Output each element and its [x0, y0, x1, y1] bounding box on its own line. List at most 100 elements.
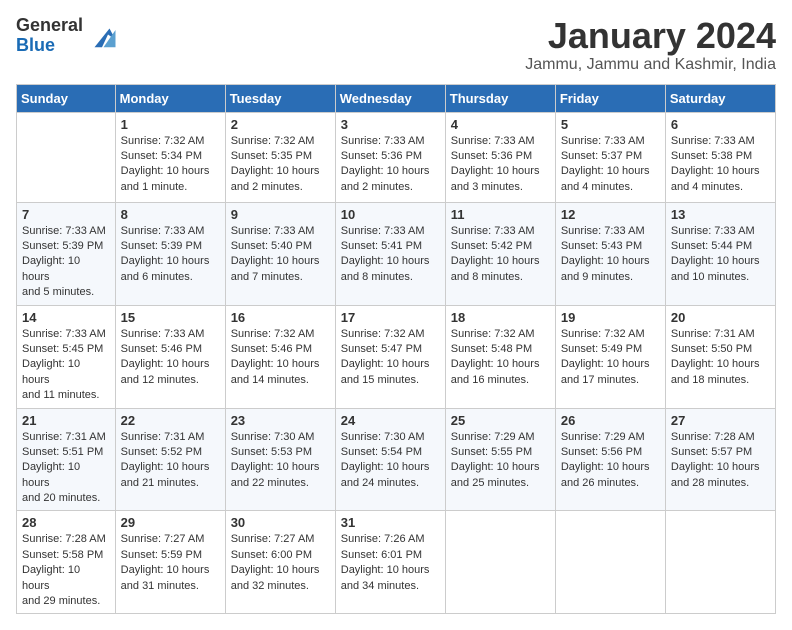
- logo-icon: [87, 21, 117, 51]
- location-title: Jammu, Jammu and Kashmir, India: [525, 56, 776, 74]
- day-number: 22: [121, 413, 220, 428]
- calendar-cell: [665, 511, 775, 614]
- calendar-cell: 8Sunrise: 7:33 AM Sunset: 5:39 PM Daylig…: [115, 202, 225, 305]
- logo-blue-text: Blue: [16, 36, 83, 56]
- day-number: 15: [121, 310, 220, 325]
- calendar-cell: 13Sunrise: 7:33 AM Sunset: 5:44 PM Dayli…: [665, 202, 775, 305]
- calendar-cell: 23 Sunrise: 7:30 AM Sunset: 5:53 PM Dayli…: [225, 408, 335, 511]
- day-number: 27: [671, 413, 770, 428]
- logo: General Blue: [16, 16, 117, 56]
- calendar-cell: 16 Sunrise: 7:32 AM Sunset: 5:46 PM Dayli…: [225, 305, 335, 408]
- day-number: 31: [341, 515, 440, 530]
- day-info: Sunrise: 7:28 AM Sunset: 5:57 PM Dayligh…: [671, 430, 770, 492]
- day-info: Sunrise: 7:32 AM Sunset: 5:49 PM Dayligh…: [561, 327, 660, 389]
- calendar-cell: 17Sunrise: 7:32 AM Sunset: 5:47 PM Dayli…: [335, 305, 445, 408]
- day-info: Sunrise: 7:33 AM Sunset: 5:39 PM Dayligh…: [121, 224, 220, 286]
- calendar-cell: 21 Sunrise: 7:31 AM Sunset: 5:51 PM Dayli…: [17, 408, 116, 511]
- day-info: Sunrise: 7:30 AM Sunset: 5:53 PM Dayligh…: [231, 430, 330, 492]
- weekday-header-thursday: Thursday: [445, 84, 555, 112]
- calendar-table: SundayMondayTuesdayWednesdayThursdayFrid…: [16, 84, 776, 615]
- day-info: Sunrise: 7:33 AM Sunset: 5:39 PM Dayligh…: [22, 224, 110, 301]
- header: General Blue January 2024 Jammu, Jammu a…: [16, 16, 776, 74]
- day-number: 13: [671, 207, 770, 222]
- day-info: Sunrise: 7:33 AM Sunset: 5:46 PM Dayligh…: [121, 327, 220, 389]
- calendar-cell: 20 Sunrise: 7:31 AM Sunset: 5:50 PM Dayli…: [665, 305, 775, 408]
- calendar-cell: 18 Sunrise: 7:32 AM Sunset: 5:48 PM Dayli…: [445, 305, 555, 408]
- weekday-header-wednesday: Wednesday: [335, 84, 445, 112]
- day-number: 18: [451, 310, 550, 325]
- day-info: Sunrise: 7:27 AM Sunset: 6:00 PM Dayligh…: [231, 532, 330, 594]
- day-number: 28: [22, 515, 110, 530]
- day-info: Sunrise: 7:32 AM Sunset: 5:46 PM Dayligh…: [231, 327, 330, 389]
- calendar-week-5: 28 Sunrise: 7:28 AM Sunset: 5:58 PM Dayli…: [17, 511, 776, 614]
- day-info: Sunrise: 7:32 AM Sunset: 5:48 PM Dayligh…: [451, 327, 550, 389]
- weekday-header-friday: Friday: [555, 84, 665, 112]
- calendar-cell: 22 Sunrise: 7:31 AM Sunset: 5:52 PM Dayli…: [115, 408, 225, 511]
- day-info: Sunrise: 7:33 AM Sunset: 5:36 PM Dayligh…: [341, 134, 440, 196]
- calendar-week-3: 14Sunrise: 7:33 AM Sunset: 5:45 PM Dayli…: [17, 305, 776, 408]
- calendar-cell: 2 Sunrise: 7:32 AM Sunset: 5:35 PM Daylig…: [225, 112, 335, 202]
- day-info: Sunrise: 7:30 AM Sunset: 5:54 PM Dayligh…: [341, 430, 440, 492]
- calendar-cell: 29Sunrise: 7:27 AM Sunset: 5:59 PM Dayli…: [115, 511, 225, 614]
- calendar-cell: [17, 112, 116, 202]
- day-info: Sunrise: 7:29 AM Sunset: 5:56 PM Dayligh…: [561, 430, 660, 492]
- title-section: January 2024 Jammu, Jammu and Kashmir, I…: [525, 16, 776, 74]
- weekday-header-saturday: Saturday: [665, 84, 775, 112]
- calendar-cell: 7 Sunrise: 7:33 AM Sunset: 5:39 PM Daylig…: [17, 202, 116, 305]
- day-info: Sunrise: 7:33 AM Sunset: 5:42 PM Dayligh…: [451, 224, 550, 286]
- day-info: Sunrise: 7:28 AM Sunset: 5:58 PM Dayligh…: [22, 532, 110, 609]
- calendar-cell: 6 Sunrise: 7:33 AM Sunset: 5:38 PM Daylig…: [665, 112, 775, 202]
- day-info: Sunrise: 7:29 AM Sunset: 5:55 PM Dayligh…: [451, 430, 550, 492]
- day-info: Sunrise: 7:31 AM Sunset: 5:50 PM Dayligh…: [671, 327, 770, 389]
- day-number: 6: [671, 117, 770, 132]
- calendar-cell: 10 Sunrise: 7:33 AM Sunset: 5:41 PM Dayli…: [335, 202, 445, 305]
- day-info: Sunrise: 7:32 AM Sunset: 5:34 PM Dayligh…: [121, 134, 220, 196]
- day-number: 5: [561, 117, 660, 132]
- calendar-cell: 4 Sunrise: 7:33 AM Sunset: 5:36 PM Daylig…: [445, 112, 555, 202]
- day-number: 21: [22, 413, 110, 428]
- calendar-cell: 26 Sunrise: 7:29 AM Sunset: 5:56 PM Dayli…: [555, 408, 665, 511]
- day-number: 19: [561, 310, 660, 325]
- calendar-cell: 28 Sunrise: 7:28 AM Sunset: 5:58 PM Dayli…: [17, 511, 116, 614]
- day-number: 7: [22, 207, 110, 222]
- day-info: Sunrise: 7:33 AM Sunset: 5:40 PM Dayligh…: [231, 224, 330, 286]
- calendar-cell: 15 Sunrise: 7:33 AM Sunset: 5:46 PM Dayli…: [115, 305, 225, 408]
- calendar-cell: 1 Sunrise: 7:32 AM Sunset: 5:34 PM Daylig…: [115, 112, 225, 202]
- day-number: 25: [451, 413, 550, 428]
- day-info: Sunrise: 7:31 AM Sunset: 5:52 PM Dayligh…: [121, 430, 220, 492]
- day-number: 29: [121, 515, 220, 530]
- day-number: 16: [231, 310, 330, 325]
- logo-general-text: General: [16, 16, 83, 36]
- calendar-cell: 9 Sunrise: 7:33 AM Sunset: 5:40 PM Daylig…: [225, 202, 335, 305]
- day-number: 26: [561, 413, 660, 428]
- calendar-cell: [445, 511, 555, 614]
- calendar-cell: 24 Sunrise: 7:30 AM Sunset: 5:54 PM Dayli…: [335, 408, 445, 511]
- calendar-week-4: 21 Sunrise: 7:31 AM Sunset: 5:51 PM Dayli…: [17, 408, 776, 511]
- day-number: 10: [341, 207, 440, 222]
- day-info: Sunrise: 7:33 AM Sunset: 5:43 PM Dayligh…: [561, 224, 660, 286]
- month-title: January 2024: [525, 16, 776, 56]
- day-number: 2: [231, 117, 330, 132]
- day-info: Sunrise: 7:33 AM Sunset: 5:36 PM Dayligh…: [451, 134, 550, 196]
- day-number: 1: [121, 117, 220, 132]
- day-number: 20: [671, 310, 770, 325]
- day-number: 9: [231, 207, 330, 222]
- calendar-cell: 12 Sunrise: 7:33 AM Sunset: 5:43 PM Dayli…: [555, 202, 665, 305]
- calendar-cell: 11Sunrise: 7:33 AM Sunset: 5:42 PM Dayli…: [445, 202, 555, 305]
- day-number: 12: [561, 207, 660, 222]
- day-number: 4: [451, 117, 550, 132]
- day-number: 23: [231, 413, 330, 428]
- calendar-cell: 30Sunrise: 7:27 AM Sunset: 6:00 PM Dayli…: [225, 511, 335, 614]
- day-number: 3: [341, 117, 440, 132]
- day-number: 24: [341, 413, 440, 428]
- calendar-cell: 14Sunrise: 7:33 AM Sunset: 5:45 PM Dayli…: [17, 305, 116, 408]
- calendar-cell: 25 Sunrise: 7:29 AM Sunset: 5:55 PM Dayli…: [445, 408, 555, 511]
- day-info: Sunrise: 7:32 AM Sunset: 5:47 PM Dayligh…: [341, 327, 440, 389]
- day-info: Sunrise: 7:33 AM Sunset: 5:41 PM Dayligh…: [341, 224, 440, 286]
- calendar-cell: 3 Sunrise: 7:33 AM Sunset: 5:36 PM Daylig…: [335, 112, 445, 202]
- calendar-cell: 5Sunrise: 7:33 AM Sunset: 5:37 PM Daylig…: [555, 112, 665, 202]
- calendar-week-1: 1 Sunrise: 7:32 AM Sunset: 5:34 PM Daylig…: [17, 112, 776, 202]
- day-info: Sunrise: 7:33 AM Sunset: 5:38 PM Dayligh…: [671, 134, 770, 196]
- day-info: Sunrise: 7:31 AM Sunset: 5:51 PM Dayligh…: [22, 430, 110, 507]
- day-info: Sunrise: 7:32 AM Sunset: 5:35 PM Dayligh…: [231, 134, 330, 196]
